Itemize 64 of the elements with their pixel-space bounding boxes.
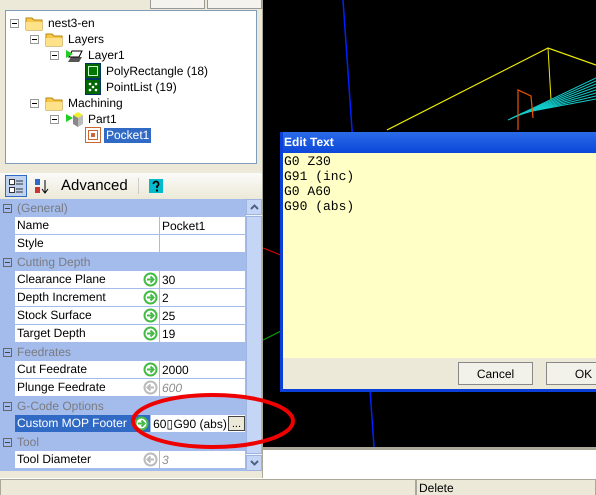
caret-up-icon [250, 204, 258, 210]
dialog-title: Edit Text [283, 132, 596, 153]
part-icon [65, 111, 83, 127]
arrow-right-icon[interactable] [142, 362, 158, 377]
category-label: Tool [17, 435, 40, 449]
help-icon[interactable] [148, 178, 163, 192]
category-label: (General) [17, 201, 68, 215]
text-area[interactable]: G0 Z30 G91 (inc) G0 A60 G90 (abs) [283, 153, 596, 358]
property-name[interactable]: Cut Feedrate [15, 361, 141, 378]
collapse-icon[interactable] [10, 18, 19, 28]
status-message: Delete [416, 479, 596, 495]
tree-item[interactable]: PointList (19) [104, 80, 179, 94]
property-value[interactable]: 60▯G90 (abs) ... [151, 415, 245, 432]
property-name[interactable]: Clearance Plane [15, 271, 141, 288]
property-name[interactable]: Plunge Feedrate [15, 379, 141, 396]
property-name[interactable]: Target Depth [15, 325, 141, 342]
scroll-down-button[interactable] [246, 455, 262, 471]
layer-icon [65, 47, 83, 63]
tree-item[interactable]: Pocket1 [104, 128, 152, 142]
collapse-icon[interactable] [30, 98, 39, 108]
collapse-icon[interactable] [30, 34, 39, 44]
tree-item[interactable]: PolyRectangle (18) [104, 64, 210, 78]
property-value[interactable]: 25 [160, 307, 245, 324]
tree-item[interactable]: Layer1 [86, 48, 127, 62]
property-name[interactable]: Stock Surface [15, 307, 141, 324]
property-value[interactable]: 30 [160, 271, 245, 288]
category-label: Feedrates [17, 345, 72, 359]
caret-down-icon [250, 460, 258, 466]
folder-icon [25, 15, 43, 31]
arrow-right-icon[interactable] [142, 308, 158, 323]
arrow-right-icon[interactable] [134, 416, 150, 431]
property-value[interactable]: 2 [160, 289, 245, 306]
property-name[interactable]: Tool Diameter [15, 451, 141, 468]
scroll-up-button[interactable] [246, 199, 262, 215]
property-name[interactable]: Style [15, 235, 141, 252]
arrow-right-icon[interactable] [142, 290, 158, 305]
folder-icon [45, 95, 63, 111]
tree-item[interactable]: Machining [66, 96, 125, 110]
cancel-button[interactable]: Cancel [458, 362, 533, 385]
advanced-label[interactable]: Advanced [61, 177, 128, 194]
folder-icon [45, 31, 63, 47]
tree-item[interactable]: Part1 [86, 112, 119, 126]
panel-tab[interactable] [150, 0, 205, 9]
points-icon [85, 79, 101, 95]
property-name[interactable]: Name [15, 217, 141, 234]
tree-item[interactable]: nest3-en [46, 16, 97, 30]
property-value[interactable]: 19 [160, 325, 245, 342]
panel-tab[interactable] [207, 0, 262, 9]
rectangle-icon [85, 63, 101, 79]
category-label: G-Code Options [17, 399, 104, 413]
property-value[interactable]: Pocket1 [160, 217, 245, 234]
categorized-view-button[interactable] [5, 174, 27, 196]
arrow-right-icon[interactable] [142, 326, 158, 341]
arrow-right-icon[interactable] [142, 272, 158, 287]
category-label: Cutting Depth [17, 255, 90, 269]
tree-item[interactable]: Layers [66, 32, 106, 46]
browse-button[interactable]: ... [228, 416, 245, 431]
ok-button[interactable]: OK [546, 362, 596, 385]
property-value[interactable]: 2000 [160, 361, 245, 378]
property-name[interactable]: Custom MOP Footer [15, 415, 134, 432]
property-name[interactable]: Depth Increment [15, 289, 141, 306]
collapse-icon[interactable] [50, 50, 59, 60]
collapse-icon[interactable] [50, 114, 59, 124]
pocket-icon [85, 127, 101, 143]
